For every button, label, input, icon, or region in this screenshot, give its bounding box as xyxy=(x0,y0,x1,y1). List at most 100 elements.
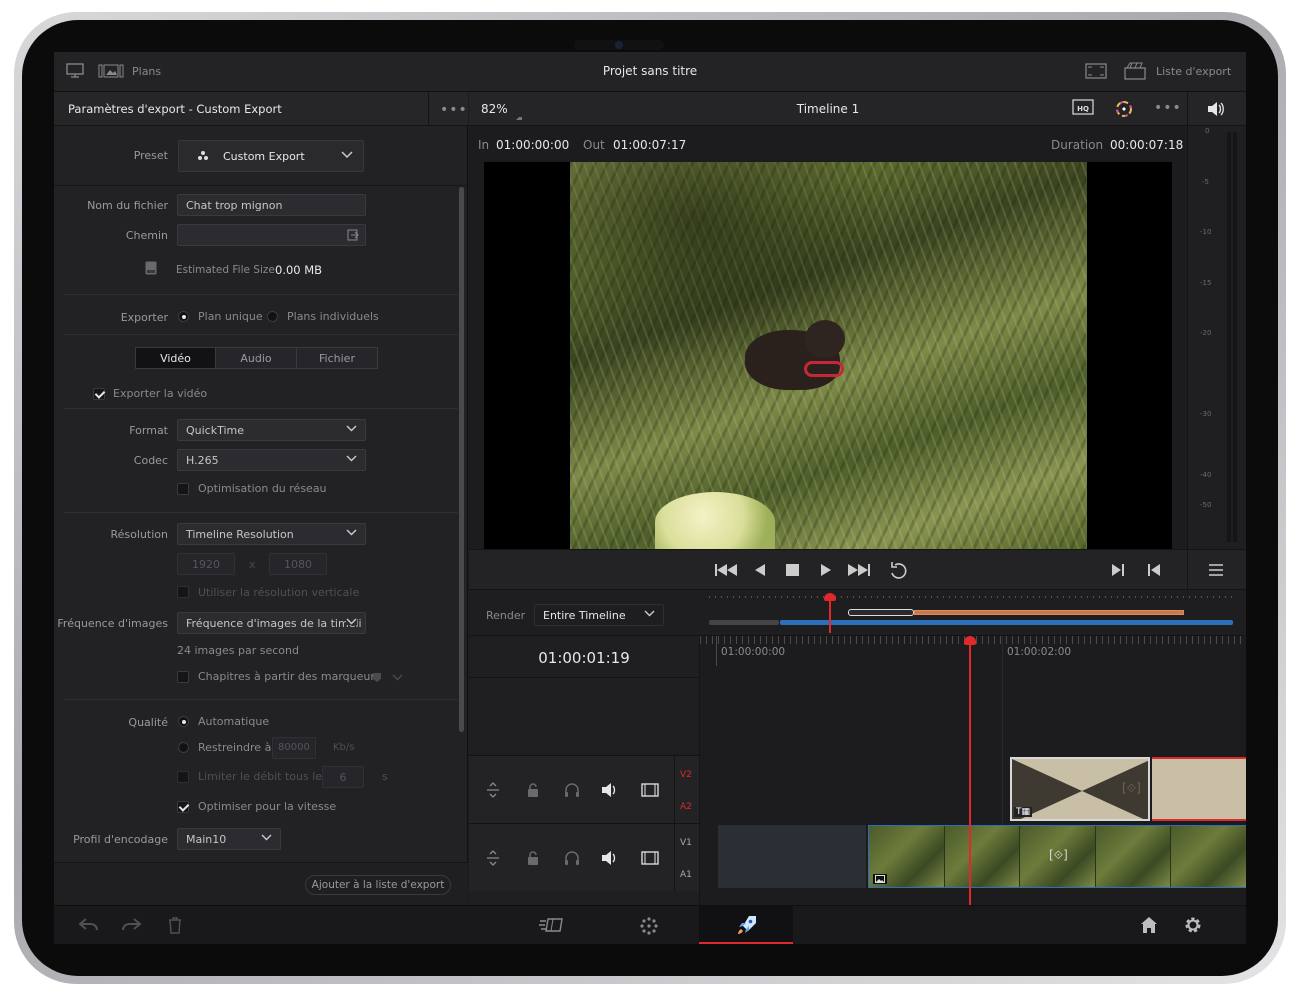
speaker-icon[interactable] xyxy=(601,782,619,798)
collapse-icon[interactable] xyxy=(485,850,501,866)
color-effects-icon[interactable] xyxy=(1114,99,1134,119)
headphones-icon[interactable] xyxy=(564,782,580,798)
individual-clips-label[interactable]: Plans individuels xyxy=(287,310,379,323)
meter-tick: -30 xyxy=(1200,410,1212,418)
panel-scrollbar[interactable] xyxy=(459,187,464,732)
encoding-profile-label: Profil d'encodage xyxy=(73,833,168,846)
codec-select[interactable]: H.265 xyxy=(177,449,366,471)
radio-quality-auto[interactable] xyxy=(178,716,189,727)
vertical-res-checkbox[interactable] xyxy=(177,586,189,598)
chevron-down-icon xyxy=(346,618,357,625)
headphones-icon[interactable] xyxy=(564,850,580,866)
undo-icon[interactable] xyxy=(78,917,100,933)
video-viewer[interactable] xyxy=(484,162,1172,549)
out-timecode[interactable]: 01:00:07:17 xyxy=(613,138,686,152)
home-icon[interactable] xyxy=(1140,916,1158,934)
height-input[interactable]: 1080 xyxy=(269,553,327,575)
encoding-profile-select[interactable]: Main10 xyxy=(177,828,281,850)
stop-icon[interactable] xyxy=(785,562,800,578)
in-timecode[interactable]: 01:00:00:00 xyxy=(496,138,569,152)
export-video-checkbox[interactable] xyxy=(93,388,105,400)
film-icon[interactable] xyxy=(641,782,659,798)
step-back-icon[interactable] xyxy=(753,562,767,578)
play-icon[interactable] xyxy=(819,562,833,578)
optimize-speed-label[interactable]: Optimiser pour la vitesse xyxy=(198,800,336,813)
audio-meter: 0 -5 -10 -15 -20 -30 -40 -50 xyxy=(1187,126,1246,549)
v2-clip-title[interactable]: [⟐] T▦ xyxy=(1010,757,1150,821)
network-opt-checkbox[interactable] xyxy=(177,483,189,495)
radio-individual-clips[interactable] xyxy=(267,311,278,322)
loop-icon[interactable] xyxy=(888,560,910,580)
collapse-icon[interactable] xyxy=(485,782,501,798)
radio-single-clip[interactable] xyxy=(178,311,189,322)
estimated-size-label: Estimated File Size xyxy=(176,264,275,276)
speaker-icon[interactable] xyxy=(601,850,619,866)
export-video-label[interactable]: Exporter la vidéo xyxy=(113,387,207,400)
deliver-page-tab[interactable] xyxy=(699,906,793,944)
redo-icon[interactable] xyxy=(120,917,142,933)
format-value: QuickTime xyxy=(186,424,245,437)
hq-icon[interactable]: HQ xyxy=(1072,99,1094,117)
v1-clip-video[interactable]: [⟐] xyxy=(868,825,1246,888)
go-to-out-icon[interactable] xyxy=(1110,562,1126,578)
keyframes-checkbox[interactable] xyxy=(177,771,189,783)
trash-icon[interactable] xyxy=(168,916,182,934)
fullscreen-icon[interactable] xyxy=(1085,63,1107,79)
lock-icon[interactable] xyxy=(526,850,540,866)
timeline-playhead[interactable] xyxy=(969,636,971,905)
framerate-select[interactable]: Fréquence d'images de la timeli xyxy=(177,612,366,634)
skip-to-end-icon[interactable] xyxy=(847,562,871,578)
render-range-value: Entire Timeline xyxy=(543,609,626,622)
skip-to-start-icon[interactable] xyxy=(714,562,738,578)
chapters-label[interactable]: Chapitres à partir des marqueurs xyxy=(198,670,381,683)
v2-clip-continuation[interactable] xyxy=(1152,757,1246,821)
format-select[interactable]: QuickTime xyxy=(177,419,366,441)
optimize-speed-checkbox[interactable] xyxy=(177,801,189,813)
meter-tick: -5 xyxy=(1202,178,1209,186)
go-to-in-icon[interactable] xyxy=(1146,562,1162,578)
track-label-v2: V2 xyxy=(680,770,692,780)
resolution-select[interactable]: Timeline Resolution xyxy=(177,523,366,545)
filename-label: Nom du fichier xyxy=(87,199,168,212)
render-queue-label[interactable]: Liste d'export xyxy=(1156,65,1231,78)
chevron-down-icon xyxy=(346,455,357,462)
lock-icon[interactable] xyxy=(526,782,540,798)
render-range-select[interactable]: Entire Timeline xyxy=(534,604,664,626)
transform-icon: [⟐] xyxy=(1122,781,1141,795)
playhead-handle[interactable] xyxy=(964,636,976,645)
browse-icon[interactable] xyxy=(347,229,359,241)
gear-icon[interactable] xyxy=(1183,915,1203,935)
tab-video[interactable]: Vidéo xyxy=(135,347,216,369)
flowers xyxy=(655,492,775,549)
film-icon[interactable] xyxy=(641,850,659,866)
viewer-more-icon[interactable]: ••• xyxy=(1154,100,1182,116)
filename-input[interactable]: Chat trop mignon xyxy=(177,194,366,216)
cut-page-icon[interactable] xyxy=(538,917,566,933)
menu-icon[interactable] xyxy=(1209,564,1223,576)
add-to-render-queue-button[interactable]: Ajouter à la liste d'export xyxy=(305,875,451,895)
mini-playhead-handle[interactable] xyxy=(824,593,836,601)
track-label-a1: A1 xyxy=(680,870,692,880)
chapters-checkbox[interactable] xyxy=(177,671,189,683)
keyframes-input[interactable]: 6 xyxy=(322,766,364,788)
speaker-icon[interactable] xyxy=(1207,101,1225,117)
network-opt-label[interactable]: Optimisation du réseau xyxy=(198,482,327,495)
color-page-icon[interactable] xyxy=(639,916,659,936)
radio-quality-restrict[interactable] xyxy=(178,742,189,753)
width-input[interactable]: 1920 xyxy=(177,553,235,575)
single-clip-label[interactable]: Plan unique xyxy=(198,310,263,323)
more-options-icon[interactable]: ••• xyxy=(440,102,468,118)
quality-auto-label[interactable]: Automatique xyxy=(198,715,269,728)
tab-audio[interactable]: Audio xyxy=(215,347,297,369)
preset-select[interactable]: Custom Export xyxy=(178,140,364,172)
chevron-down-icon[interactable] xyxy=(392,674,403,681)
timeline-area[interactable]: 01:00:00:00 01:00:02:00 [⟐] T▦ [⟐] xyxy=(699,635,1246,905)
bitrate-input[interactable]: 80000 xyxy=(272,737,316,759)
quality-restrict-label[interactable]: Restreindre à xyxy=(198,741,271,754)
path-input[interactable] xyxy=(177,224,366,246)
render-queue-icon[interactable] xyxy=(1124,62,1146,80)
active-tab-indicator xyxy=(699,942,793,944)
meter-bar-right xyxy=(1233,132,1237,542)
marker-icon[interactable] xyxy=(372,672,382,683)
tab-file[interactable]: Fichier xyxy=(296,347,378,369)
